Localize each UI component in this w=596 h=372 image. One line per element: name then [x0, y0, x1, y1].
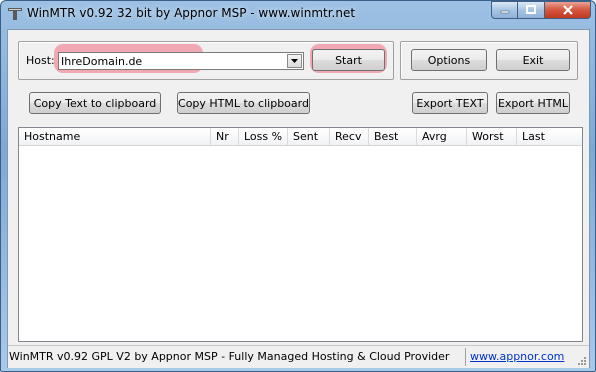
results-list[interactable]: Hostname Nr Loss % Sent Recv Best Avrg W…	[18, 127, 583, 342]
host-combobox[interactable]	[58, 52, 304, 70]
column-nr[interactable]: Nr	[211, 128, 239, 145]
copy-html-button[interactable]: Copy HTML to clipboard	[177, 92, 310, 114]
options-button[interactable]: Options	[411, 49, 487, 71]
app-window: WinMTR v0.92 32 bit by Appnor MSP - www.…	[0, 0, 596, 372]
status-divider	[465, 348, 466, 366]
status-text: WinMTR v0.92 GPL V2 by Appnor MSP - Full…	[9, 350, 450, 363]
start-button[interactable]: Start	[312, 49, 385, 71]
host-input[interactable]	[61, 54, 289, 68]
column-avrg[interactable]: Avrg	[417, 128, 467, 145]
maximize-icon	[526, 5, 536, 14]
copy-text-button[interactable]: Copy Text to clipboard	[29, 92, 161, 114]
column-hostname[interactable]: Hostname	[19, 128, 211, 145]
host-label: Host:	[26, 54, 55, 67]
column-recv[interactable]: Recv	[330, 128, 369, 145]
export-html-button[interactable]: Export HTML	[496, 92, 570, 114]
export-text-button[interactable]: Export TEXT	[412, 92, 488, 114]
column-sent[interactable]: Sent	[288, 128, 330, 145]
list-header: Hostname Nr Loss % Sent Recv Best Avrg W…	[19, 128, 582, 146]
client-area: Host: Start Options Exit Copy Text to cl…	[7, 29, 590, 368]
chevron-down-icon	[291, 59, 298, 63]
status-bar: WinMTR v0.92 GPL V2 by Appnor MSP - Full…	[8, 345, 589, 368]
minimize-icon	[500, 10, 509, 14]
column-worst[interactable]: Worst	[467, 128, 517, 145]
title-bar[interactable]: WinMTR v0.92 32 bit by Appnor MSP - www.…	[1, 1, 595, 27]
maximize-button[interactable]	[518, 1, 545, 19]
exit-button[interactable]: Exit	[496, 49, 570, 71]
column-best[interactable]: Best	[369, 128, 417, 145]
combo-dropdown-button[interactable]	[287, 54, 302, 68]
close-button[interactable]	[545, 1, 591, 19]
appnor-link[interactable]: www.appnor.com	[470, 350, 564, 363]
column-last[interactable]: Last	[517, 128, 582, 145]
column-loss[interactable]: Loss %	[239, 128, 288, 145]
app-icon	[8, 8, 22, 20]
window-title: WinMTR v0.92 32 bit by Appnor MSP - www.…	[27, 6, 356, 20]
minimize-button[interactable]	[491, 1, 518, 19]
resize-grip-icon[interactable]	[577, 356, 587, 366]
caption-buttons	[491, 1, 591, 20]
close-icon	[562, 5, 573, 15]
